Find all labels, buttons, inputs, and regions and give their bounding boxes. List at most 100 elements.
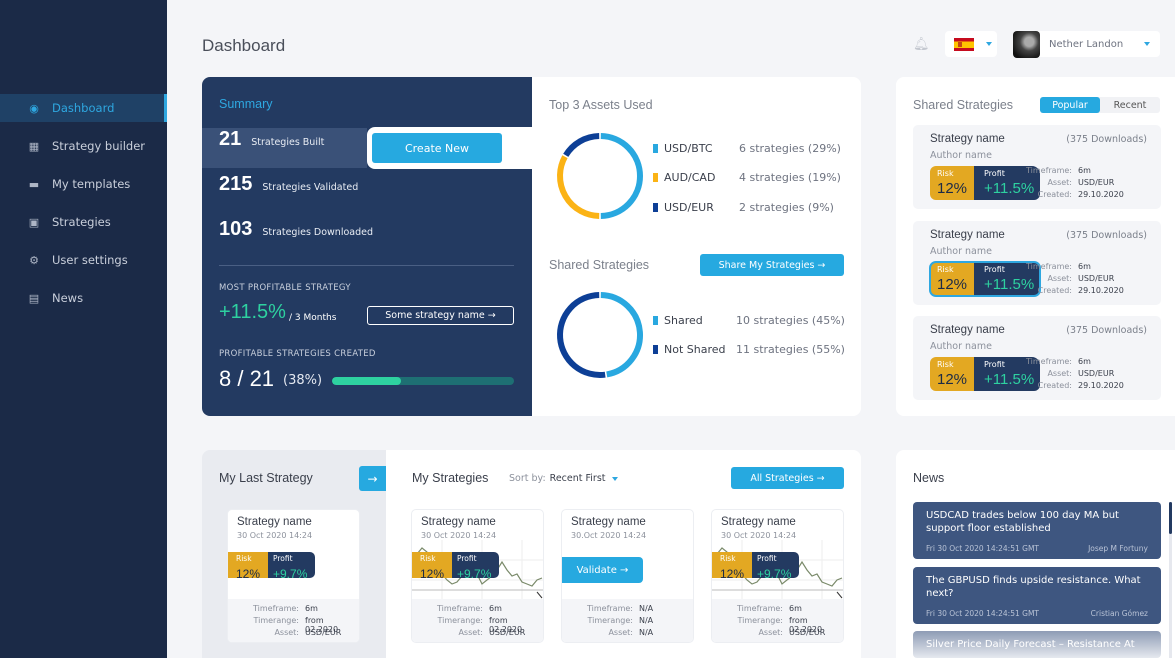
timeframe-label: Timeframe:: [587, 604, 633, 613]
top-assets-title: Top 3 Assets Used: [549, 98, 653, 112]
stat-label: Strategies Validated: [262, 182, 359, 193]
news-author: Cristian Gómez: [1090, 609, 1148, 618]
timerange-label: Timerange:: [253, 616, 299, 625]
legend-swatch: [653, 203, 658, 212]
strategy-card[interactable]: Risk 12% Profit +9.7% Strategy name 30 Oct…: [711, 509, 844, 643]
risk-value: 12%: [236, 567, 261, 581]
most-profitable-period: / 3 Months: [289, 313, 337, 323]
stat-strategies-built: 21 Strategies Built: [202, 128, 367, 168]
stat-strategies-downloaded: 103 Strategies Downloaded: [202, 218, 532, 258]
sidebar-item-label: News: [52, 291, 84, 305]
downloads-count: (375 Downloads): [1066, 230, 1147, 241]
asset-value: USD/EUR: [305, 628, 342, 637]
profit-value: +9.7%: [273, 567, 308, 581]
strategy-card[interactable]: Validate → Strategy name 30.Oct 2020 14:2…: [561, 509, 694, 643]
created-value: 29.10.2020: [1078, 190, 1124, 199]
folder-icon: ▬: [28, 177, 40, 191]
strategy-name: Strategy name: [571, 516, 646, 528]
profitable-progress-bar: [332, 377, 514, 385]
sidebar-nav: ◉ Dashboard ▦ Strategy builder ▬ My temp…: [0, 94, 167, 322]
sidebar-item-my-templates[interactable]: ▬ My templates: [0, 170, 167, 198]
bell-icon[interactable]: 🔔︎: [913, 37, 930, 52]
dashboard-icon: ◉: [29, 101, 39, 115]
downloads-count: (375 Downloads): [1066, 325, 1147, 336]
card-footer: Timeframe: 6m Timerange: from 02.2020 As…: [712, 599, 843, 642]
risk-label: Risk: [937, 265, 954, 274]
card-footer: Timeframe: 6m Timerange: from 02.2020 As…: [412, 599, 543, 642]
risk-profit-badge: Risk 12% Profit +9.7%: [412, 552, 499, 581]
create-new-button[interactable]: Create New: [372, 133, 502, 163]
profitable-pct: (38%): [283, 373, 323, 388]
profit-label: Profit: [757, 554, 777, 563]
legend-swatch: [653, 316, 658, 325]
strategy-name: Strategy name: [237, 516, 312, 528]
sort-dropdown[interactable]: Sort by: Recent First: [509, 473, 618, 484]
news-item[interactable]: Silver Price Daily Forecast – Resistance…: [913, 631, 1161, 658]
timeframe-label: Timeframe:: [1026, 262, 1072, 271]
sidebar-item-strategy-builder[interactable]: ▦ Strategy builder: [0, 132, 167, 160]
legend-swatch: [653, 345, 658, 354]
asset-label: Asset:: [1047, 178, 1072, 187]
legend-value: 11 strategies (55%): [736, 343, 845, 356]
news-scrollbar-thumb[interactable]: [1169, 502, 1172, 534]
builder-icon: ▦: [28, 139, 40, 153]
risk-profit-badge: Risk 12% Profit +9.7%: [228, 552, 315, 581]
legend-label: Shared: [664, 314, 703, 327]
legend-label: USD/BTC: [664, 142, 713, 155]
tab-popular[interactable]: Popular: [1040, 97, 1100, 113]
validate-button[interactable]: Validate →: [562, 557, 643, 583]
news-title: News: [913, 471, 945, 485]
assets-segment-usd-eur: [563, 133, 600, 157]
page-title: Dashboard: [202, 36, 286, 55]
shared-strategy-card[interactable]: Strategy name (375 Downloads) Author nam…: [913, 125, 1161, 209]
strategy-name: Strategy name: [721, 516, 796, 528]
legend-label: AUD/CAD: [664, 171, 716, 184]
timerange-value: N/A: [639, 616, 654, 625]
sidebar-item-strategies[interactable]: ▣ Strategies: [0, 208, 167, 236]
legend-shared: Shared: [653, 314, 703, 327]
asset-value: USD/EUR: [1078, 274, 1115, 283]
stat-strategies-validated: 215 Strategies Validated: [202, 173, 532, 213]
language-selector[interactable]: [945, 31, 997, 57]
strategy-name: Strategy name: [930, 324, 1005, 336]
sidebar-item-user-settings[interactable]: ⚙ User settings: [0, 246, 167, 274]
profit-value: +9.7%: [457, 567, 492, 581]
news-item[interactable]: The GBPUSD finds upside resistance. What…: [913, 567, 1161, 624]
sidebar-item-news[interactable]: ▤ News: [0, 284, 167, 312]
strategy-card[interactable]: Risk 12% Profit +9.7% Strategy name 30 Oct…: [411, 509, 544, 643]
timeframe-value: 6m: [1078, 357, 1091, 366]
risk-value: 12%: [937, 371, 968, 388]
news-headline: Silver Price Daily Forecast – Resistance…: [926, 639, 1135, 650]
timeframe-label: Timeframe:: [737, 604, 783, 613]
legend-swatch: [653, 144, 658, 153]
asset-label: Asset:: [458, 628, 483, 637]
created-value: 29.10.2020: [1078, 381, 1124, 390]
created-label: Created:: [1037, 381, 1072, 390]
tab-recent[interactable]: Recent: [1100, 97, 1160, 113]
strategy-link-button[interactable]: Some strategy name →: [367, 306, 514, 325]
timeframe-label: Timeframe:: [253, 604, 299, 613]
share-my-strategies-button[interactable]: Share My Strategies →: [700, 254, 844, 276]
sidebar-item-dashboard[interactable]: ◉ Dashboard: [0, 94, 167, 122]
shared-donut: [557, 292, 643, 378]
shared-strategy-card[interactable]: Strategy name (375 Downloads) Author nam…: [913, 221, 1161, 305]
most-profitable-label: MOST PROFITABLE STRATEGY: [219, 283, 351, 293]
profit-value: +11.5%: [984, 276, 1035, 293]
asset-label: Asset:: [1047, 369, 1072, 378]
all-strategies-button[interactable]: All Strategies →: [731, 467, 844, 489]
shared-segment-not-shared: [557, 292, 606, 378]
legend-not-shared: Not Shared: [653, 343, 726, 356]
asset-label: Asset:: [608, 628, 633, 637]
last-strategy-card[interactable]: Strategy name 30 Oct 2020 14:24 Risk 12% …: [227, 509, 360, 643]
shared-panel-title: Shared Strategies: [913, 98, 1014, 112]
sidebar-item-label: Strategy builder: [52, 139, 146, 153]
news-item[interactable]: USDCAD trades below 100 day MA but suppo…: [913, 502, 1161, 559]
spain-flag-icon: [954, 37, 974, 51]
risk-label: Risk: [420, 554, 436, 563]
stat-label: Strategies Built: [251, 137, 325, 148]
avatar: [1013, 30, 1040, 58]
user-menu[interactable]: Nether Landon: [1013, 30, 1160, 58]
timeframe-value: N/A: [639, 604, 654, 613]
shared-strategy-card[interactable]: Strategy name (375 Downloads) Author nam…: [913, 316, 1161, 400]
arrow-right-button[interactable]: →: [359, 466, 386, 491]
